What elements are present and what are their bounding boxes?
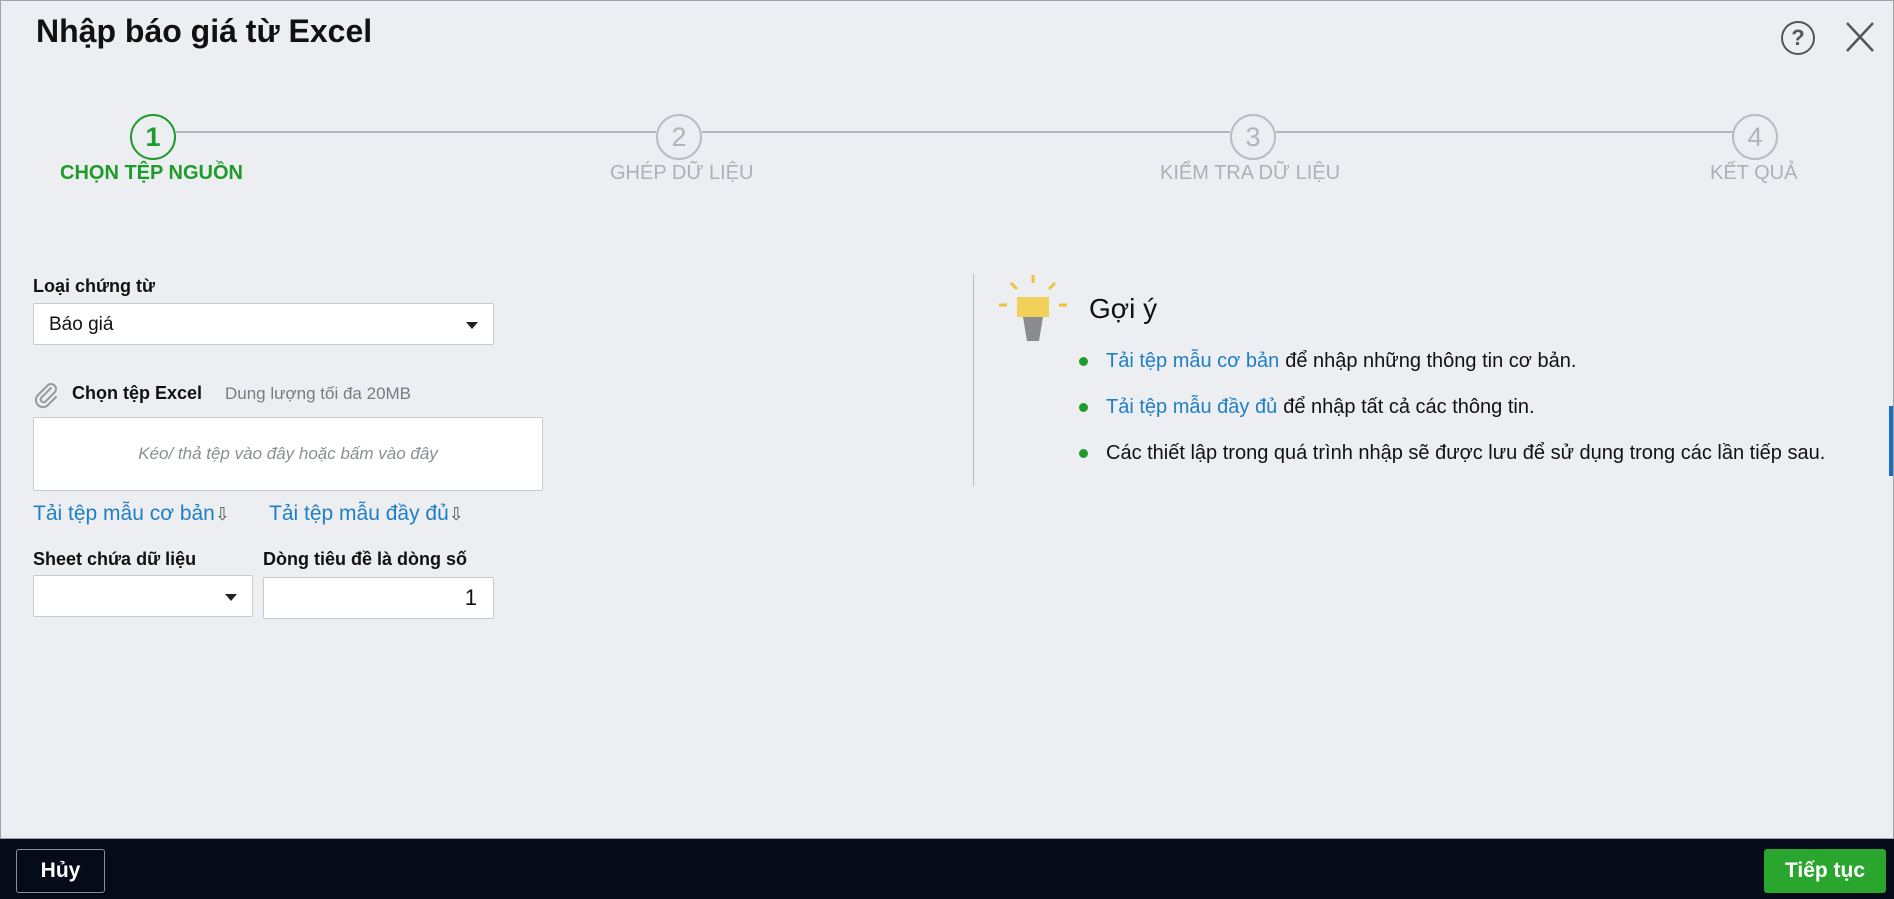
file-label: Chọn tệp Excel <box>72 383 203 403</box>
stepper-connector <box>1276 131 1734 133</box>
stepper-connector <box>176 131 656 133</box>
file-dropzone[interactable]: Kéo/ thả tệp vào đây hoặc bấm vào đây <box>33 417 543 491</box>
download-arrow-icon: ⇩ <box>448 504 464 524</box>
tips-title: Gợi ý <box>1089 293 1158 324</box>
sheet-select[interactable] <box>33 575 253 617</box>
download-basic-template-link[interactable]: Tải tệp mẫu cơ bản⇩ <box>33 502 230 526</box>
header-row-input[interactable]: 1 <box>263 577 494 619</box>
tip-download-full-link[interactable]: Tải tệp mẫu đầy đủ <box>1106 396 1277 419</box>
paperclip-icon <box>34 383 57 409</box>
tip-download-basic-link[interactable]: Tải tệp mẫu cơ bản <box>1106 350 1279 373</box>
tip-item: Các thiết lập trong quá trình nhập sẽ đư… <box>1079 442 1825 465</box>
cancel-button[interactable]: Hủy <box>16 849 105 893</box>
tip-text: để nhập tất cả các thông tin. <box>1283 396 1535 418</box>
caret-down-icon <box>466 322 478 329</box>
step-2-label: GHÉP DỮ LIỆU <box>610 162 754 184</box>
section-divider <box>973 274 974 486</box>
dialog-title: Nhập báo giá từ Excel <box>36 13 373 49</box>
step-1-label: CHỌN TỆP NGUỒN <box>60 162 243 184</box>
import-dialog: Nhập báo giá từ Excel ? 1 CHỌN TỆP NGUỒN… <box>0 0 1894 839</box>
doc-type-select[interactable]: Báo giá <box>33 303 494 345</box>
side-panel-tab[interactable] <box>1889 406 1893 476</box>
doc-type-label: Loại chứng từ <box>33 276 156 296</box>
file-size-hint: Dung lượng tối đa 20MB <box>225 384 412 403</box>
bullet-dot-icon <box>1079 449 1088 458</box>
download-arrow-icon: ⇩ <box>214 504 230 524</box>
tip-item: Tải tệp mẫu đầy đủ để nhập tất cả các th… <box>1079 396 1535 419</box>
sheet-label: Sheet chứa dữ liệu <box>33 549 197 569</box>
bullet-dot-icon <box>1079 357 1088 366</box>
tip-text: Các thiết lập trong quá trình nhập sẽ đư… <box>1106 442 1826 464</box>
stepper-connector <box>702 131 1230 133</box>
step-3-circle: 3 <box>1230 114 1276 160</box>
lightbulb-icon <box>999 275 1067 341</box>
download-full-template-link[interactable]: Tải tệp mẫu đầy đủ⇩ <box>269 502 464 526</box>
step-4-label: KẾT QUẢ <box>1710 162 1798 184</box>
help-icon[interactable]: ? <box>1781 21 1815 55</box>
tip-item: Tải tệp mẫu cơ bản để nhập những thông t… <box>1079 350 1576 373</box>
download-basic-label: Tải tệp mẫu cơ bản <box>33 502 215 525</box>
close-icon[interactable] <box>1843 19 1877 55</box>
caret-down-icon <box>225 594 237 601</box>
step-1-circle: 1 <box>130 114 176 160</box>
doc-type-value: Báo giá <box>49 314 114 335</box>
step-3-label: KIỂM TRA DỮ LIỆU <box>1160 162 1341 184</box>
header-row-label: Dòng tiêu đề là dòng số <box>263 549 467 569</box>
next-button[interactable]: Tiếp tục <box>1764 849 1886 893</box>
dialog-footer: Hủy Tiếp tục <box>0 839 1894 899</box>
step-2-circle: 2 <box>656 114 702 160</box>
tip-text: để nhập những thông tin cơ bản. <box>1285 350 1577 372</box>
bullet-dot-icon <box>1079 403 1088 412</box>
step-4-circle: 4 <box>1732 114 1778 160</box>
download-full-label: Tải tệp mẫu đầy đủ <box>269 502 449 525</box>
